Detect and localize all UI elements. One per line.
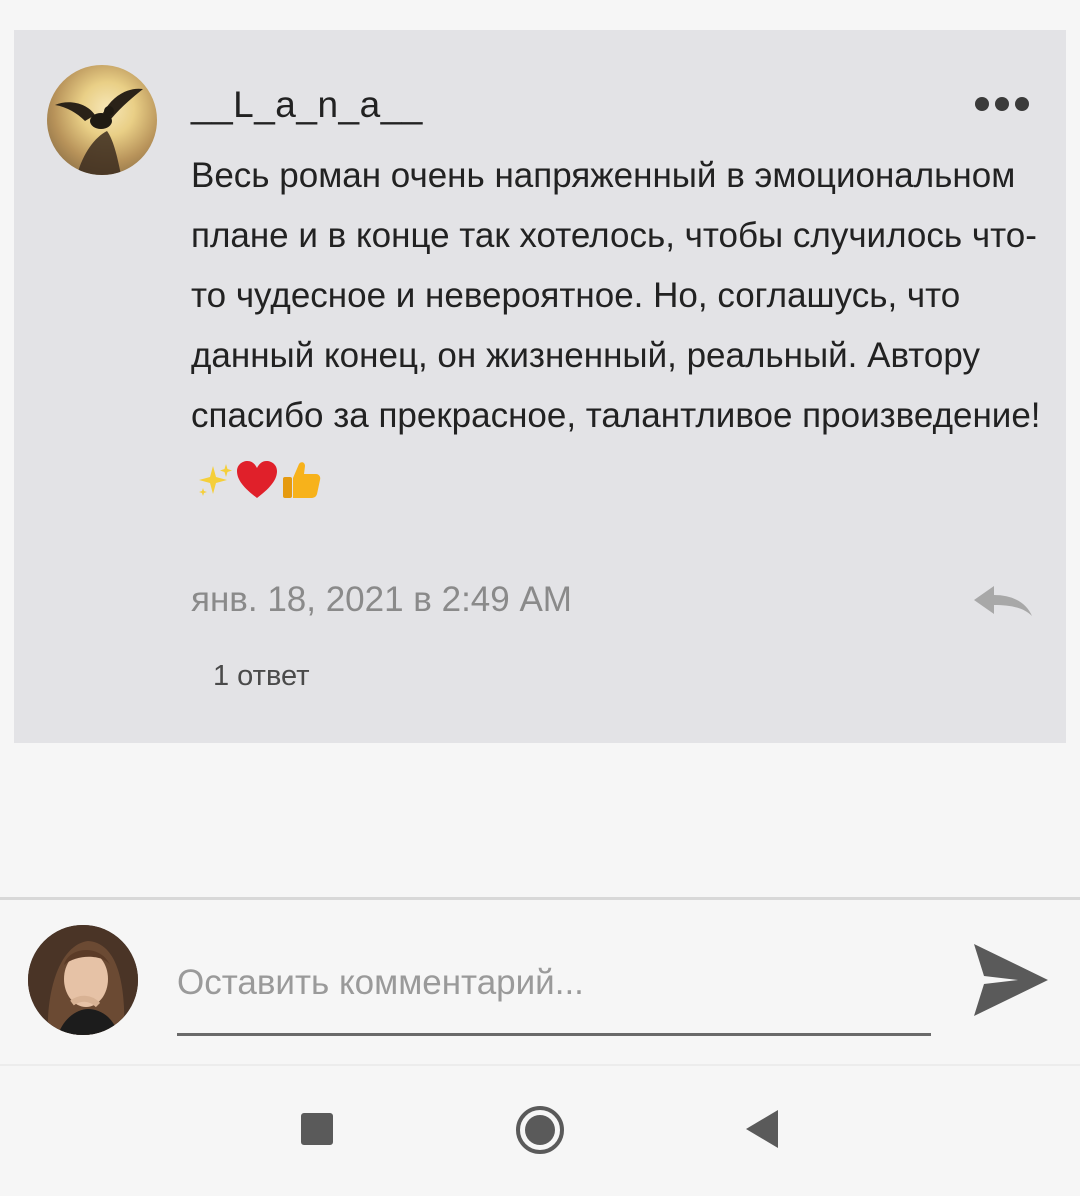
comment-text: Весь роман очень напряженный в эмоционал… bbox=[191, 156, 1041, 435]
square-recents-icon bbox=[301, 1113, 333, 1145]
replies-count-link[interactable]: 1 ответ bbox=[213, 660, 310, 693]
thumbs-up-icon bbox=[283, 461, 321, 498]
send-button[interactable] bbox=[968, 940, 1052, 1020]
commenter-username[interactable]: __L_a_n_a__ bbox=[191, 84, 423, 126]
triangle-back-icon bbox=[746, 1110, 778, 1148]
home-button[interactable] bbox=[514, 1104, 566, 1161]
reply-arrow-icon bbox=[974, 586, 1032, 616]
more-horizontal-icon bbox=[975, 97, 989, 111]
sparkles-icon bbox=[199, 463, 232, 496]
more-options-button[interactable] bbox=[966, 86, 1038, 122]
circle-home-icon bbox=[516, 1106, 564, 1154]
recents-button[interactable] bbox=[300, 1112, 334, 1151]
current-user-avatar[interactable] bbox=[28, 925, 138, 1035]
top-strip bbox=[0, 0, 1080, 30]
more-horizontal-icon-dot bbox=[995, 97, 1009, 111]
send-icon bbox=[974, 944, 1048, 1016]
commenter-avatar[interactable] bbox=[47, 65, 157, 175]
back-button[interactable] bbox=[742, 1108, 782, 1155]
comment-body: Весь роман очень напряженный в эмоционал… bbox=[191, 146, 1041, 508]
comment-timestamp: янв. 18, 2021 в 2:49 AM bbox=[191, 580, 572, 619]
comment-emojis bbox=[195, 448, 323, 508]
comment-input-underline bbox=[177, 1033, 931, 1036]
reply-button[interactable] bbox=[968, 580, 1038, 624]
red-heart-icon bbox=[237, 460, 277, 498]
comment-input[interactable] bbox=[177, 955, 931, 1011]
more-horizontal-icon-dot bbox=[1015, 97, 1029, 111]
